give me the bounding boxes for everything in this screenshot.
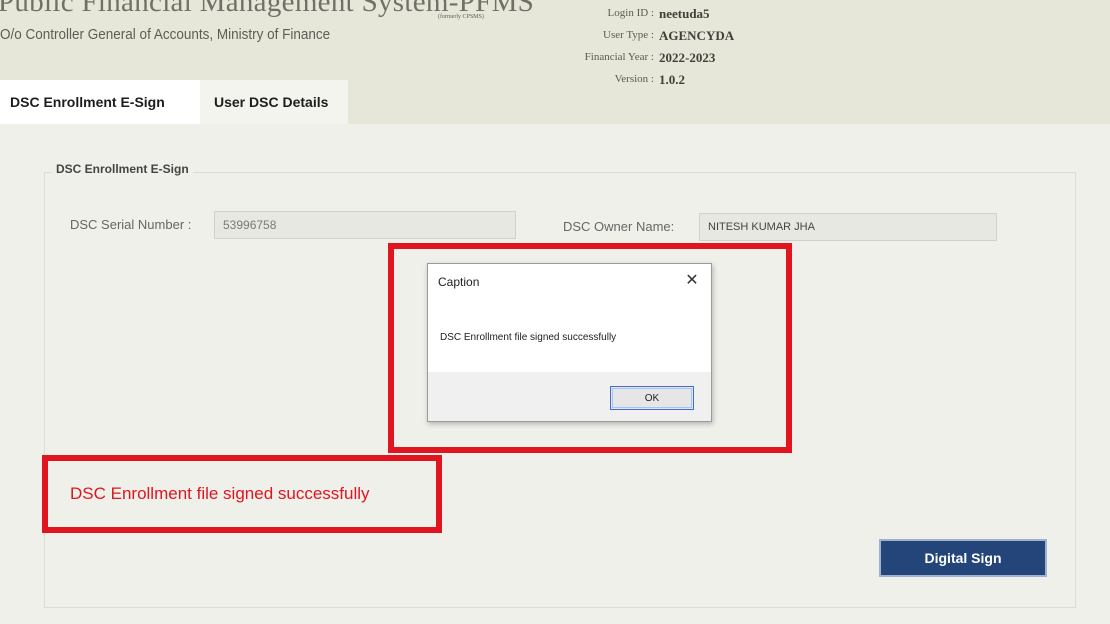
version-row: Version : 1.0.2 <box>526 72 826 91</box>
success-message: DSC Enrollment file signed successfully <box>70 484 370 503</box>
login-id-label: Login ID : <box>607 7 654 19</box>
dsc-serial-number-input[interactable] <box>214 211 516 239</box>
dsc-owner-name-input[interactable] <box>699 213 997 241</box>
tab-dsc-enrollment-esign[interactable]: DSC Enrollment E-Sign <box>0 80 200 124</box>
tab-user-dsc-details[interactable]: User DSC Details <box>200 80 348 124</box>
app-subtitle: O/o Controller General of Accounts, Mini… <box>0 26 331 43</box>
version-label: Version : <box>614 73 654 85</box>
formerly-note: (formerly CPSMS) <box>438 14 484 20</box>
dsc-serial-number-label: DSC Serial Number : <box>70 217 192 232</box>
dialog-message: DSC Enrollment file signed successfully <box>440 332 617 343</box>
ok-button[interactable]: OK <box>610 386 694 410</box>
digital-sign-button[interactable]: Digital Sign <box>879 539 1047 577</box>
user-type-label: User Type : <box>603 29 654 41</box>
fieldset-legend: DSC Enrollment E-Sign <box>52 162 193 176</box>
financial-year-label: Financial Year : <box>584 51 654 63</box>
user-type-row: User Type : AGENCYDA <box>526 28 826 47</box>
dialog-body: DSC Enrollment file signed successfully <box>428 300 711 372</box>
login-id-value: neetuda5 <box>659 6 710 21</box>
login-id-row: Login ID : neetuda5 <box>526 6 826 25</box>
financial-year-value: 2022-2023 <box>659 50 716 65</box>
message-dialog: Caption ✕ DSC Enrollment file signed suc… <box>427 263 712 422</box>
dsc-owner-name-label: DSC Owner Name: <box>563 219 675 234</box>
financial-year-row: Financial Year : 2022-2023 <box>526 50 826 69</box>
close-icon[interactable]: ✕ <box>679 268 705 294</box>
user-type-value: AGENCYDA <box>659 28 735 43</box>
version-value: 1.0.2 <box>659 72 685 87</box>
dialog-title: Caption <box>438 275 480 289</box>
dialog-titlebar: Caption ✕ <box>428 264 711 300</box>
